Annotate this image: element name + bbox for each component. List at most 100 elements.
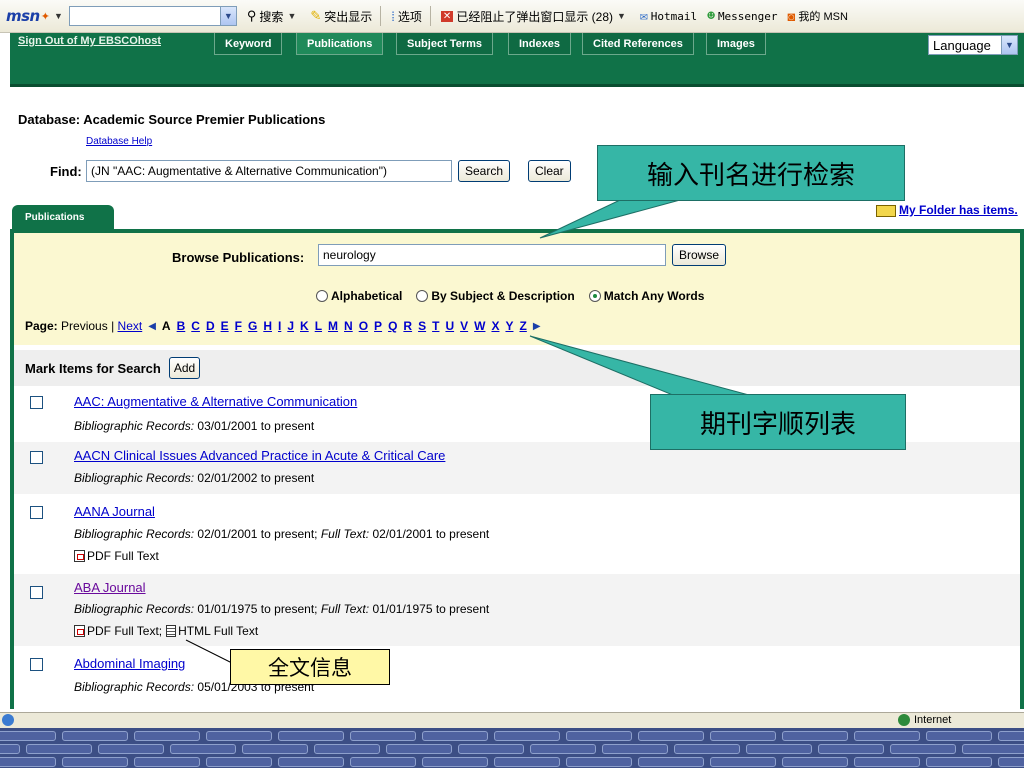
taskbar-tile: [386, 744, 452, 754]
chevron-down-icon[interactable]: ▼: [1001, 36, 1017, 54]
options-icon: ⁞: [391, 8, 395, 24]
taskbar-tile: [638, 731, 704, 741]
letter-link-w[interactable]: W: [474, 319, 485, 333]
letter-link-n[interactable]: N: [344, 319, 353, 333]
item-checkbox[interactable]: [30, 396, 43, 409]
item-checkbox[interactable]: [30, 658, 43, 671]
letter-link-k[interactable]: K: [300, 319, 309, 333]
taskbar-tile: [602, 744, 668, 754]
result-title-link[interactable]: AANA Journal: [74, 504, 155, 519]
globe-icon: [898, 714, 910, 726]
letter-link-l[interactable]: L: [315, 319, 322, 333]
letter-link-i[interactable]: I: [278, 319, 281, 333]
letter-link-f[interactable]: F: [235, 319, 242, 333]
tab-indexes[interactable]: Indexes: [508, 33, 571, 55]
letter-link-m[interactable]: M: [328, 319, 338, 333]
letter-link-g[interactable]: G: [248, 319, 257, 333]
result-title-link[interactable]: AAC: Augmentative & Alternative Communic…: [74, 394, 357, 409]
msn-logo[interactable]: msn: [6, 7, 40, 25]
signout-link[interactable]: Sign Out of My EBSCOhost: [18, 35, 161, 47]
next-link[interactable]: Next: [118, 319, 143, 333]
my-folder[interactable]: My Folder has items.: [876, 203, 1018, 217]
letter-link-j[interactable]: J: [287, 319, 294, 333]
msn-butterfly-icon: ✦: [40, 10, 50, 23]
find-input[interactable]: (JN "AAC: Augmentative & Alternative Com…: [86, 160, 452, 182]
taskbar-tile: [710, 757, 776, 767]
item-checkbox[interactable]: [30, 586, 43, 599]
taskbar-tile: [134, 757, 200, 767]
tab-publications[interactable]: Publications: [296, 33, 384, 55]
taskbar-tile: [206, 757, 272, 767]
publications-tab[interactable]: Publications: [12, 205, 114, 229]
result-title-link[interactable]: Abdominal Imaging: [74, 656, 185, 671]
tab-keyword[interactable]: Keyword: [214, 33, 283, 55]
radio-selected-icon[interactable]: [588, 290, 601, 302]
chevron-down-icon[interactable]: ▼: [287, 11, 296, 21]
popup-blocker-button[interactable]: ✕ 已经阻止了弹出窗口显示 (28) ▼: [440, 8, 630, 25]
letter-link-p[interactable]: P: [374, 319, 382, 333]
language-select[interactable]: Language ▼: [928, 35, 1018, 55]
browse-label: Browse Publications:: [172, 250, 305, 265]
search-icon: ⚲: [246, 8, 257, 23]
letter-link-y[interactable]: Y: [505, 319, 513, 333]
messenger-button[interactable]: ☻ Messenger: [707, 9, 777, 24]
my-msn-icon: ◙: [787, 8, 796, 24]
hotmail-button[interactable]: ✉ Hotmail: [640, 9, 697, 24]
chevron-down-icon[interactable]: ▼: [617, 11, 626, 21]
letter-link-z[interactable]: Z: [519, 319, 526, 333]
chevron-down-icon[interactable]: ▼: [54, 11, 63, 21]
radio-icon[interactable]: [316, 290, 328, 302]
taskbar-tile: [998, 731, 1024, 741]
browse-button[interactable]: Browse: [672, 244, 727, 266]
letter-link-c[interactable]: C: [191, 319, 200, 333]
radio-match-any-words[interactable]: Match Any Words: [588, 289, 704, 303]
my-msn-button[interactable]: ◙ 我的 MSN: [788, 8, 848, 24]
toolbar-divider: [429, 6, 431, 26]
taskbar-tile: [278, 757, 344, 767]
browse-input[interactable]: neurology: [318, 244, 666, 266]
tab-cited-references[interactable]: Cited References: [582, 33, 694, 55]
triangle-left-icon[interactable]: ◀: [148, 321, 156, 332]
add-button[interactable]: Add: [168, 357, 201, 379]
html-fulltext-link[interactable]: HTML Full Text: [178, 624, 258, 638]
search-button[interactable]: Search: [458, 160, 511, 182]
letter-link-e[interactable]: E: [221, 319, 229, 333]
letter-link-s[interactable]: S: [418, 319, 426, 333]
letter-link-b[interactable]: B: [177, 319, 186, 333]
my-folder-link[interactable]: My Folder has items.: [899, 203, 1018, 217]
options-button[interactable]: ⁞ 选项: [391, 8, 422, 25]
radio-by-subject[interactable]: By Subject & Description: [416, 289, 575, 303]
clear-button[interactable]: Clear: [528, 160, 571, 182]
letter-list: A BCDEFGHIJKLMNOPQRSTUVWXYZ: [162, 319, 533, 333]
highlight-button[interactable]: ✎ 突出显示: [310, 8, 372, 25]
letter-link-r[interactable]: R: [403, 319, 412, 333]
taskbar-tile: [566, 757, 632, 767]
letter-link-o[interactable]: O: [359, 319, 368, 333]
item-checkbox[interactable]: [30, 506, 43, 519]
tab-images[interactable]: Images: [706, 33, 766, 55]
tab-subject-terms[interactable]: Subject Terms: [396, 33, 493, 55]
radio-alphabetical[interactable]: Alphabetical: [316, 289, 402, 303]
item-checkbox[interactable]: [30, 451, 43, 464]
taskbar-tile: [422, 757, 488, 767]
letter-link-x[interactable]: X: [491, 319, 499, 333]
msn-search-combo[interactable]: ▼: [68, 6, 237, 26]
triangle-right-icon[interactable]: ▶: [533, 321, 541, 332]
result-title-link[interactable]: AACN Clinical Issues Advanced Practice i…: [74, 448, 445, 463]
database-help-link[interactable]: Database Help: [86, 136, 152, 147]
letter-link-u[interactable]: U: [445, 319, 454, 333]
letter-link-t[interactable]: T: [432, 319, 439, 333]
pdf-fulltext-link[interactable]: PDF Full Text: [74, 549, 159, 563]
letter-link-q[interactable]: Q: [388, 319, 397, 333]
letter-link-d[interactable]: D: [206, 319, 215, 333]
result-title-link[interactable]: ABA Journal: [74, 580, 146, 595]
radio-icon[interactable]: [416, 290, 429, 302]
letter-link-v[interactable]: V: [460, 319, 468, 333]
msn-search-button[interactable]: ⚲ 搜索 ▼: [247, 8, 300, 25]
chevron-down-icon[interactable]: ▼: [219, 7, 236, 25]
taskbar-tile: [854, 757, 920, 767]
html-document-icon: [166, 625, 177, 637]
pdf-fulltext-link[interactable]: PDF Full Text;: [87, 624, 162, 638]
letter-link-h[interactable]: H: [263, 319, 272, 333]
taskbar-tile: [314, 744, 380, 754]
